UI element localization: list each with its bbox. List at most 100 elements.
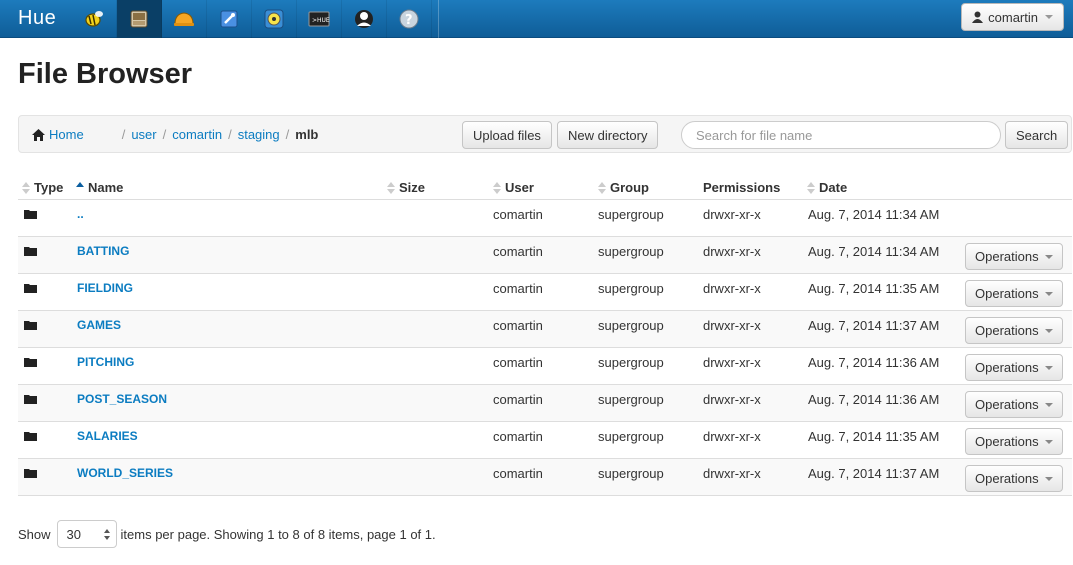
operations-label: Operations bbox=[975, 397, 1039, 412]
items-per-page-value: 30 bbox=[66, 526, 81, 542]
file-user: comartin bbox=[493, 392, 543, 407]
breadcrumb-staging[interactable]: staging bbox=[238, 127, 280, 142]
column-permissions[interactable]: Permissions bbox=[703, 180, 780, 195]
operations-label: Operations bbox=[975, 286, 1039, 301]
breadcrumb-current: mlb bbox=[295, 127, 319, 142]
chevron-down-icon bbox=[1044, 365, 1053, 370]
column-group[interactable]: Group bbox=[598, 180, 649, 195]
operations-button[interactable]: Operations bbox=[965, 354, 1063, 381]
file-name-link[interactable]: FIELDING bbox=[77, 281, 133, 295]
file-group: supergroup bbox=[598, 318, 664, 333]
operations-label: Operations bbox=[975, 323, 1039, 338]
app-icon-bar: >HUE ? bbox=[72, 0, 432, 38]
file-date: Aug. 7, 2014 11:37 AM bbox=[808, 466, 940, 481]
table-row[interactable]: SALARIES comartin supergroup drwxr-xr-x Aug.… bbox=[18, 422, 1072, 459]
operations-button[interactable]: Operations bbox=[965, 465, 1063, 492]
file-name-link[interactable]: SALARIES bbox=[77, 429, 138, 443]
file-permissions: drwxr-xr-x bbox=[703, 207, 761, 222]
oozie-icon[interactable] bbox=[252, 0, 297, 38]
operations-button[interactable]: Operations bbox=[965, 428, 1063, 455]
folder-icon bbox=[24, 210, 37, 219]
items-per-page-select[interactable]: 30 bbox=[56, 520, 117, 548]
column-user[interactable]: User bbox=[493, 180, 534, 195]
file-date: Aug. 7, 2014 11:36 AM bbox=[808, 392, 940, 407]
chevron-down-icon bbox=[1044, 254, 1053, 259]
file-name-link[interactable]: GAMES bbox=[77, 318, 121, 332]
file-group: supergroup bbox=[598, 392, 664, 407]
pagination-summary: items per page. Showing 1 to 8 of 8 item… bbox=[120, 526, 436, 542]
breadcrumb-user[interactable]: user bbox=[131, 127, 156, 142]
hue-logo[interactable]: Hue bbox=[18, 7, 56, 30]
select-arrows-icon bbox=[103, 529, 110, 540]
new-directory-button[interactable]: New directory bbox=[557, 121, 659, 149]
sort-icon bbox=[493, 181, 501, 194]
file-user: comartin bbox=[493, 355, 543, 370]
sort-icon bbox=[807, 181, 815, 194]
sort-ascending-icon bbox=[76, 181, 84, 194]
table-row[interactable]: POST_SEASON comartin supergroup drwxr-xr-x A… bbox=[18, 385, 1072, 422]
breadcrumb-comartin[interactable]: comartin bbox=[172, 127, 222, 142]
file-name-link[interactable]: WORLD_SERIES bbox=[77, 466, 173, 480]
user-menu-button[interactable]: comartin bbox=[961, 3, 1064, 31]
upload-files-button[interactable]: Upload files bbox=[462, 121, 552, 149]
chevron-down-icon bbox=[1044, 291, 1053, 296]
user-admin-icon[interactable] bbox=[342, 0, 387, 38]
column-name[interactable]: Name bbox=[76, 180, 123, 195]
file-group: supergroup bbox=[598, 429, 664, 444]
file-browser-icon[interactable] bbox=[117, 0, 162, 38]
svg-text:?: ? bbox=[405, 13, 413, 28]
table-row[interactable]: WORLD_SERIES comartin supergroup drwxr-xr-x… bbox=[18, 459, 1072, 496]
hue-bee-icon[interactable] bbox=[72, 0, 117, 38]
breadcrumb-home[interactable]: Home bbox=[49, 127, 84, 142]
operations-button[interactable]: Operations bbox=[965, 391, 1063, 418]
username-label: comartin bbox=[988, 9, 1038, 25]
search-button[interactable]: Search bbox=[1005, 121, 1069, 149]
column-size[interactable]: Size bbox=[387, 180, 425, 195]
job-designer-icon[interactable] bbox=[207, 0, 252, 38]
file-date: Aug. 7, 2014 11:37 AM bbox=[808, 318, 940, 333]
breadcrumb-separator: / bbox=[285, 127, 290, 142]
table-row[interactable]: GAMES comartin supergroup drwxr-xr-x Aug. 7,… bbox=[18, 311, 1072, 348]
file-name-link[interactable]: POST_SEASON bbox=[77, 392, 167, 406]
table-row[interactable]: BATTING comartin supergroup drwxr-xr-x Aug. … bbox=[18, 237, 1072, 274]
column-date[interactable]: Date bbox=[807, 180, 847, 195]
show-label: Show bbox=[18, 526, 51, 542]
search-input[interactable] bbox=[681, 121, 1001, 149]
sort-icon bbox=[598, 181, 606, 194]
chevron-down-icon bbox=[1045, 15, 1053, 19]
operations-label: Operations bbox=[975, 249, 1039, 264]
table-row[interactable]: PITCHING comartin supergroup drwxr-xr-x Aug.… bbox=[18, 348, 1072, 385]
file-permissions: drwxr-xr-x bbox=[703, 392, 761, 407]
page-title: File Browser bbox=[18, 58, 193, 90]
table-body: .. comartin supergroup drwxr-xr-x Aug. 7, 20… bbox=[18, 200, 1072, 496]
file-name-link[interactable]: PITCHING bbox=[77, 355, 134, 369]
table-row[interactable]: .. comartin supergroup drwxr-xr-x Aug. 7, 20… bbox=[18, 200, 1072, 237]
breadcrumb-toolbar: Home / user / comartin / staging / mlb U… bbox=[18, 115, 1072, 153]
file-permissions: drwxr-xr-x bbox=[703, 281, 761, 296]
operations-button[interactable]: Operations bbox=[965, 280, 1063, 307]
pagination: Show 30 items per page. Showing 1 to 8 o… bbox=[18, 520, 436, 548]
file-user: comartin bbox=[493, 318, 543, 333]
file-name-link[interactable]: .. bbox=[77, 207, 84, 221]
breadcrumb: Home / user / comartin / staging / mlb bbox=[32, 127, 318, 142]
sort-icon bbox=[22, 181, 30, 194]
folder-icon bbox=[24, 469, 37, 478]
home-icon bbox=[32, 128, 45, 141]
file-date: Aug. 7, 2014 11:35 AM bbox=[808, 281, 940, 296]
chevron-down-icon bbox=[1044, 328, 1053, 333]
folder-icon bbox=[24, 395, 37, 404]
job-browser-icon[interactable] bbox=[162, 0, 207, 38]
file-date: Aug. 7, 2014 11:34 AM bbox=[808, 207, 940, 222]
file-user: comartin bbox=[493, 429, 543, 444]
column-type[interactable]: Type bbox=[22, 180, 63, 195]
shell-icon[interactable]: >HUE bbox=[297, 0, 342, 38]
file-permissions: drwxr-xr-x bbox=[703, 429, 761, 444]
operations-button[interactable]: Operations bbox=[965, 317, 1063, 344]
file-name-link[interactable]: BATTING bbox=[77, 244, 129, 258]
file-date: Aug. 7, 2014 11:36 AM bbox=[808, 355, 940, 370]
table-row[interactable]: FIELDING comartin supergroup drwxr-xr-x Aug.… bbox=[18, 274, 1072, 311]
operations-button[interactable]: Operations bbox=[965, 243, 1063, 270]
help-icon[interactable]: ? bbox=[387, 0, 432, 38]
file-group: supergroup bbox=[598, 244, 664, 259]
file-group: supergroup bbox=[598, 466, 664, 481]
